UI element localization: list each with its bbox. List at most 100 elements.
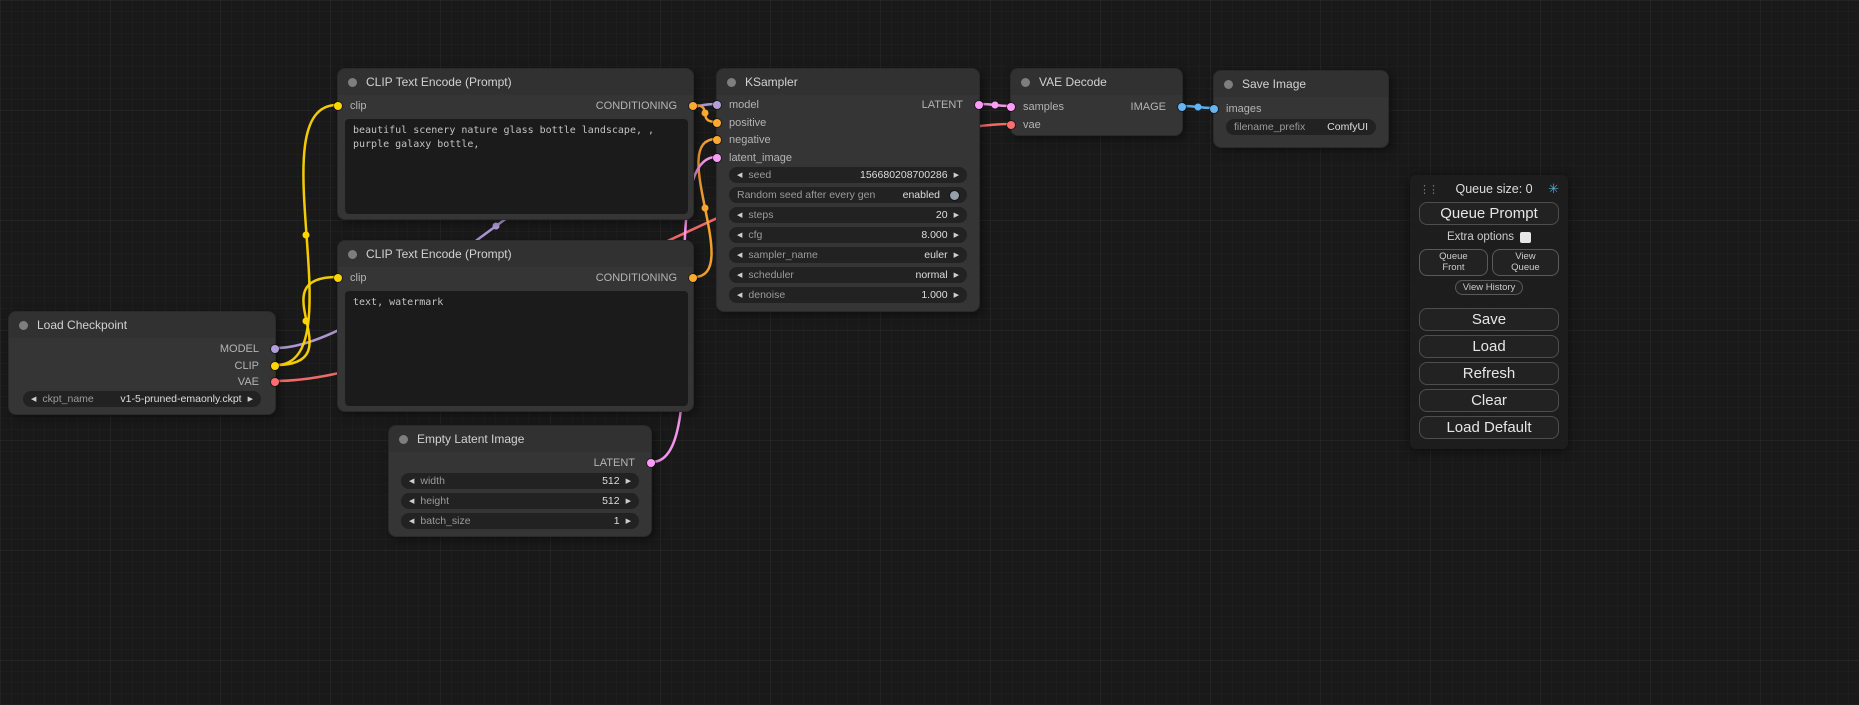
- node-title: CLIP Text Encode (Prompt): [366, 75, 512, 89]
- collapse-dot[interactable]: [399, 435, 408, 444]
- collapse-dot[interactable]: [348, 78, 357, 87]
- node-titlebar[interactable]: Empty Latent Image: [389, 426, 651, 452]
- arrow-right-icon[interactable]: ▶: [626, 518, 631, 525]
- widget-filename-prefix[interactable]: filename_prefix ComfyUI: [1226, 119, 1376, 135]
- input-slot-clip[interactable]: [334, 274, 342, 282]
- arrow-left-icon[interactable]: ◀: [737, 172, 742, 179]
- widget-label: steps: [748, 209, 773, 221]
- clear-button[interactable]: Clear: [1419, 389, 1559, 412]
- input-slot-model[interactable]: [713, 101, 721, 109]
- widget-width[interactable]: ◀ width 512 ▶: [401, 473, 639, 489]
- queue-size-label: Queue size: 0: [1440, 182, 1548, 196]
- link-midpoint-dot: [493, 223, 500, 230]
- view-history-row: View History: [1419, 280, 1559, 295]
- collapse-dot[interactable]: [1224, 80, 1233, 89]
- refresh-button[interactable]: Refresh: [1419, 362, 1559, 385]
- node-titlebar[interactable]: KSampler: [717, 69, 979, 95]
- widget-label: Random seed after every gen: [737, 189, 875, 201]
- node-titlebar[interactable]: Save Image: [1214, 71, 1388, 97]
- input-slot-clip[interactable]: [334, 102, 342, 110]
- collapse-dot[interactable]: [348, 250, 357, 259]
- load-default-button[interactable]: Load Default: [1419, 416, 1559, 439]
- toggle-indicator[interactable]: [950, 191, 959, 200]
- node-empty-latent-image[interactable]: Empty Latent Image LATENT ◀ width 512 ▶ …: [388, 425, 652, 537]
- load-button[interactable]: Load: [1419, 335, 1559, 358]
- output-slot-image[interactable]: [1178, 103, 1186, 111]
- widget-seed[interactable]: ◀ seed 156680208700286 ▶: [729, 167, 967, 183]
- widget-value: 8.000: [921, 229, 947, 241]
- input-slot-samples[interactable]: [1007, 103, 1015, 111]
- arrow-left-icon[interactable]: ◀: [737, 272, 742, 279]
- queue-prompt-button[interactable]: Queue Prompt: [1419, 202, 1559, 225]
- node-save-image[interactable]: Save Image images filename_prefix ComfyU…: [1213, 70, 1389, 148]
- node-load-checkpoint[interactable]: Load Checkpoint MODEL CLIP VAE ◀ ckpt_na…: [8, 311, 276, 415]
- input-slot-latent-image[interactable]: [713, 154, 721, 162]
- extra-options-checkbox[interactable]: [1520, 232, 1531, 243]
- widget-value: normal: [916, 269, 948, 281]
- node-clip-text-encode-negative[interactable]: CLIP Text Encode (Prompt) clip CONDITION…: [337, 240, 694, 412]
- queue-panel: ⋮⋮ Queue size: 0 ✳ Queue Prompt Extra op…: [1410, 175, 1568, 449]
- input-slot-images[interactable]: [1210, 105, 1218, 113]
- widget-height[interactable]: ◀ height 512 ▶: [401, 493, 639, 509]
- widget-batch-size[interactable]: ◀ batch_size 1 ▶: [401, 513, 639, 529]
- widget-denoise[interactable]: ◀ denoise 1.000 ▶: [729, 287, 967, 303]
- input-slot-vae[interactable]: [1007, 121, 1015, 129]
- widget-steps[interactable]: ◀ steps 20 ▶: [729, 207, 967, 223]
- node-titlebar[interactable]: CLIP Text Encode (Prompt): [338, 69, 693, 95]
- arrow-left-icon[interactable]: ◀: [737, 212, 742, 219]
- view-history-button[interactable]: View History: [1455, 280, 1524, 295]
- prompt-textarea[interactable]: text, watermark: [345, 291, 688, 406]
- arrow-right-icon[interactable]: ▶: [626, 478, 631, 485]
- widget-value: v1-5-pruned-emaonly.ckpt: [120, 393, 241, 405]
- arrow-right-icon[interactable]: ▶: [954, 232, 959, 239]
- output-slot-model[interactable]: [271, 345, 279, 353]
- output-label-conditioning: CONDITIONING: [596, 272, 677, 284]
- queue-front-button[interactable]: Queue Front: [1419, 249, 1488, 276]
- input-label-clip: clip: [350, 272, 367, 284]
- widget-cfg[interactable]: ◀ cfg 8.000 ▶: [729, 227, 967, 243]
- collapse-dot[interactable]: [1021, 78, 1030, 87]
- prompt-textarea[interactable]: beautiful scenery nature glass bottle la…: [345, 119, 688, 214]
- arrow-right-icon[interactable]: ▶: [954, 292, 959, 299]
- node-clip-text-encode-positive[interactable]: CLIP Text Encode (Prompt) clip CONDITION…: [337, 68, 694, 220]
- node-ksampler[interactable]: KSampler model positive negative latent_…: [716, 68, 980, 312]
- node-title: VAE Decode: [1039, 75, 1107, 89]
- output-slot-conditioning[interactable]: [689, 102, 697, 110]
- node-titlebar[interactable]: CLIP Text Encode (Prompt): [338, 241, 693, 267]
- collapse-dot[interactable]: [19, 321, 28, 330]
- widget-ckpt-name[interactable]: ◀ ckpt_name v1-5-pruned-emaonly.ckpt ▶: [23, 391, 261, 407]
- collapse-dot[interactable]: [727, 78, 736, 87]
- arrow-right-icon[interactable]: ▶: [954, 252, 959, 259]
- arrow-left-icon[interactable]: ◀: [737, 292, 742, 299]
- settings-gear-icon[interactable]: ✳: [1548, 181, 1559, 197]
- arrow-right-icon[interactable]: ▶: [954, 172, 959, 179]
- output-slot-conditioning[interactable]: [689, 274, 697, 282]
- widget-random-seed-toggle[interactable]: Random seed after every gen enabled: [729, 187, 967, 203]
- output-slot-latent[interactable]: [647, 459, 655, 467]
- drag-handle-icon[interactable]: ⋮⋮: [1419, 183, 1440, 196]
- node-titlebar[interactable]: Load Checkpoint: [9, 312, 275, 338]
- output-slot-vae[interactable]: [271, 378, 279, 386]
- node-vae-decode[interactable]: VAE Decode samples vae IMAGE: [1010, 68, 1183, 136]
- view-queue-button[interactable]: View Queue: [1492, 249, 1559, 276]
- input-slot-positive[interactable]: [713, 119, 721, 127]
- save-button[interactable]: Save: [1419, 308, 1559, 331]
- arrow-right-icon[interactable]: ▶: [248, 396, 253, 403]
- arrow-left-icon[interactable]: ◀: [737, 252, 742, 259]
- arrow-left-icon[interactable]: ◀: [409, 518, 414, 525]
- output-slot-clip[interactable]: [271, 362, 279, 370]
- arrow-right-icon[interactable]: ▶: [954, 212, 959, 219]
- node-titlebar[interactable]: VAE Decode: [1011, 69, 1182, 95]
- arrow-left-icon[interactable]: ◀: [737, 232, 742, 239]
- arrow-left-icon[interactable]: ◀: [409, 498, 414, 505]
- arrow-right-icon[interactable]: ▶: [626, 498, 631, 505]
- link-midpoint-dot: [303, 232, 310, 239]
- arrow-left-icon[interactable]: ◀: [409, 478, 414, 485]
- arrow-left-icon[interactable]: ◀: [31, 396, 36, 403]
- input-slot-negative[interactable]: [713, 136, 721, 144]
- widget-sampler-name[interactable]: ◀ sampler_name euler ▶: [729, 247, 967, 263]
- arrow-right-icon[interactable]: ▶: [954, 272, 959, 279]
- widget-label: filename_prefix: [1234, 121, 1305, 133]
- output-slot-latent[interactable]: [975, 101, 983, 109]
- widget-scheduler[interactable]: ◀ scheduler normal ▶: [729, 267, 967, 283]
